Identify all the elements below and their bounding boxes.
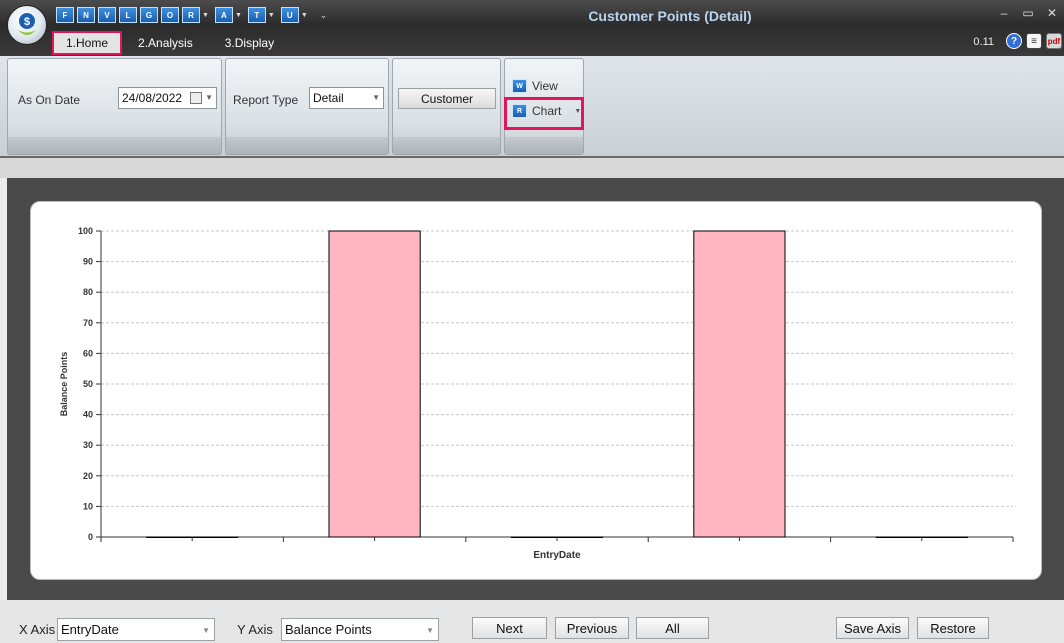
- window-title: Customer Points (Detail): [588, 8, 752, 24]
- as-on-date-value: 24/08/2022: [122, 91, 183, 105]
- view-button-label: View: [532, 79, 558, 93]
- app-logo-icon: $: [18, 13, 36, 35]
- chevron-down-icon[interactable]: ▼: [202, 12, 209, 19]
- minimize-button[interactable]: –: [998, 6, 1010, 20]
- y-tick-label: 10: [83, 501, 93, 511]
- quick-access-button-a[interactable]: A: [214, 7, 233, 23]
- chevron-down-icon[interactable]: ▼: [205, 93, 213, 102]
- version-label: 0.11: [973, 36, 994, 48]
- bar-chart: 0 10 20 30 40 50 60 70 80 90 100 EntryDate Balance P…: [59, 226, 1014, 561]
- quick-access-button-o[interactable]: O: [161, 7, 179, 23]
- customer-group: Customer: [392, 58, 501, 155]
- tab-analysis[interactable]: 2.Analysis: [122, 31, 209, 55]
- footer-bar: X Axis EntryDate ▼ Y Axis Balance Points…: [0, 600, 1064, 643]
- quick-access-toolbar: F N V L G O R ▼ A ▼ T ▼ U ▼ ⌄: [56, 5, 327, 25]
- y-axis-title: Balance Points: [59, 352, 69, 417]
- bar: [328, 230, 421, 538]
- as-on-date-picker[interactable]: 24/08/2022 ▼: [118, 87, 217, 109]
- customize-toolbar-icon[interactable]: ⌄: [320, 10, 328, 21]
- quick-access-button-f[interactable]: F: [56, 7, 74, 23]
- report-type-label: Report Type: [233, 93, 299, 107]
- quick-access-button-n[interactable]: N: [77, 7, 95, 23]
- y-tick-label: 30: [83, 440, 93, 450]
- chevron-down-icon[interactable]: ▼: [235, 12, 242, 19]
- y-tick-label: 70: [83, 318, 93, 328]
- customer-button[interactable]: Customer: [398, 88, 496, 109]
- chevron-down-icon[interactable]: ▼: [426, 626, 434, 635]
- title-icons: ? ≡ pdf: [1006, 33, 1062, 49]
- next-button[interactable]: Next: [472, 617, 547, 639]
- calendar-icon[interactable]: [190, 92, 202, 104]
- y-axis-select[interactable]: Balance Points ▼: [281, 618, 439, 641]
- chevron-down-icon[interactable]: ▼: [268, 12, 275, 19]
- report-type-value: Detail: [313, 91, 344, 105]
- quick-access-button-g[interactable]: G: [140, 7, 158, 23]
- tab-home[interactable]: 1.Home: [52, 31, 123, 55]
- y-axis-label: Y Axis: [237, 622, 273, 637]
- app-menu-button[interactable]: $: [7, 5, 47, 45]
- maximize-button[interactable]: ▭: [1022, 6, 1034, 20]
- previous-button[interactable]: Previous: [555, 617, 629, 639]
- y-tick-label: 80: [83, 287, 93, 297]
- quick-access-button-t[interactable]: T: [247, 7, 266, 23]
- chart-button-highlight: [504, 97, 584, 130]
- date-group: As On Date 24/08/2022 ▼: [7, 58, 222, 155]
- y-tick-label: 90: [83, 257, 93, 267]
- quick-access-button-u[interactable]: U: [280, 7, 299, 23]
- svg-text:$: $: [24, 16, 30, 28]
- report-type-select[interactable]: Detail ▼: [309, 87, 384, 109]
- x-axis-select[interactable]: EntryDate ▼: [57, 618, 215, 641]
- title-bar: $ F N V L G O R ▼ A ▼ T ▼ U ▼ ⌄ Customer Points (Detai…: [0, 0, 1064, 56]
- chevron-down-icon[interactable]: ▼: [301, 12, 308, 19]
- as-on-date-label: As On Date: [18, 93, 81, 107]
- y-tick-label: 60: [83, 348, 93, 358]
- quick-access-button-r[interactable]: R: [182, 7, 200, 23]
- quick-access-button-v[interactable]: V: [98, 7, 116, 23]
- y-tick-label: 100: [78, 226, 93, 236]
- y-tick-label: 20: [83, 471, 93, 481]
- tab-display[interactable]: 3.Display: [209, 31, 290, 55]
- x-axis-label: X Axis: [19, 622, 56, 637]
- view-icon: W: [512, 79, 527, 93]
- window-controls: – ▭ ✕: [998, 6, 1058, 20]
- x-axis-value: EntryDate: [61, 622, 119, 637]
- restore-button[interactable]: Restore: [917, 617, 989, 639]
- y-axis-value: Balance Points: [285, 622, 372, 637]
- y-tick-label: 0: [88, 532, 93, 542]
- help-icon[interactable]: ?: [1006, 33, 1022, 49]
- chevron-down-icon[interactable]: ▼: [372, 93, 380, 102]
- all-button[interactable]: All: [636, 617, 709, 639]
- ribbon-tabs: 1.Home 2.Analysis 3.Display: [52, 31, 290, 55]
- y-tick-label: 40: [83, 410, 93, 420]
- save-axis-button[interactable]: Save Axis: [836, 617, 909, 639]
- y-tick-label: 50: [83, 379, 93, 389]
- quick-access-button-l[interactable]: L: [119, 7, 137, 23]
- chevron-down-icon[interactable]: ▼: [202, 626, 210, 635]
- x-axis-title: EntryDate: [533, 550, 581, 561]
- view-button[interactable]: W View: [512, 79, 558, 93]
- document-icon[interactable]: ≡: [1026, 33, 1042, 49]
- pdf-icon[interactable]: pdf: [1046, 33, 1062, 49]
- report-type-group: Report Type Detail ▼: [225, 58, 389, 155]
- content-header: [0, 158, 1064, 178]
- close-button[interactable]: ✕: [1046, 6, 1058, 20]
- chart-panel: 0 10 20 30 40 50 60 70 80 90 100 EntryDate Balance P…: [30, 201, 1042, 580]
- bar: [693, 230, 786, 538]
